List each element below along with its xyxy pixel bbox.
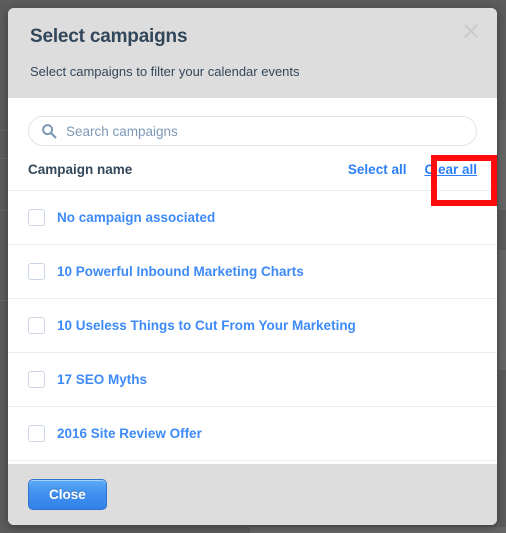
campaign-name-label[interactable]: 10 Powerful Inbound Marketing Charts bbox=[57, 264, 304, 279]
search-box[interactable] bbox=[28, 116, 477, 146]
list-item[interactable]: No campaign associated bbox=[8, 191, 497, 245]
close-button[interactable]: Close bbox=[28, 479, 107, 510]
search-icon bbox=[41, 123, 57, 139]
campaign-list-header: Campaign name Select all Clear all bbox=[8, 146, 497, 191]
page-title: Select campaigns bbox=[30, 26, 188, 47]
campaign-name-label[interactable]: 10 Useless Things to Cut From Your Marke… bbox=[57, 318, 356, 333]
campaign-checkbox[interactable] bbox=[28, 209, 45, 226]
campaign-name-label[interactable]: No campaign associated bbox=[57, 210, 215, 225]
dialog-header: Select campaigns Select campaigns to fil… bbox=[8, 8, 497, 98]
list-item[interactable]: 10 Powerful Inbound Marketing Charts bbox=[8, 245, 497, 299]
list-item[interactable]: 2016 Site Review Offer bbox=[8, 407, 497, 461]
clear-all-link[interactable]: Clear all bbox=[424, 162, 477, 177]
list-item[interactable]: 17 SEO Myths bbox=[8, 353, 497, 407]
select-campaigns-dialog: Select campaigns Select campaigns to fil… bbox=[8, 8, 497, 525]
close-x-icon[interactable] bbox=[459, 19, 483, 43]
dialog-body: Campaign name Select all Clear all No ca… bbox=[8, 98, 497, 464]
search-section bbox=[8, 98, 497, 146]
dialog-footer: Close bbox=[8, 464, 497, 525]
campaign-name-label[interactable]: 17 SEO Myths bbox=[57, 372, 147, 387]
campaign-checkbox[interactable] bbox=[28, 371, 45, 388]
select-all-link[interactable]: Select all bbox=[348, 162, 407, 177]
column-header-campaign-name: Campaign name bbox=[28, 162, 133, 177]
list-item[interactable]: 10 Useless Things to Cut From Your Marke… bbox=[8, 299, 497, 353]
campaign-checkbox[interactable] bbox=[28, 263, 45, 280]
campaign-checkbox[interactable] bbox=[28, 317, 45, 334]
search-input[interactable] bbox=[29, 117, 476, 145]
dialog-subtitle: Select campaigns to filter your calendar… bbox=[30, 64, 300, 79]
campaign-list: No campaign associated 10 Powerful Inbou… bbox=[8, 191, 497, 461]
campaign-name-label[interactable]: 2016 Site Review Offer bbox=[57, 426, 202, 441]
campaign-checkbox[interactable] bbox=[28, 425, 45, 442]
